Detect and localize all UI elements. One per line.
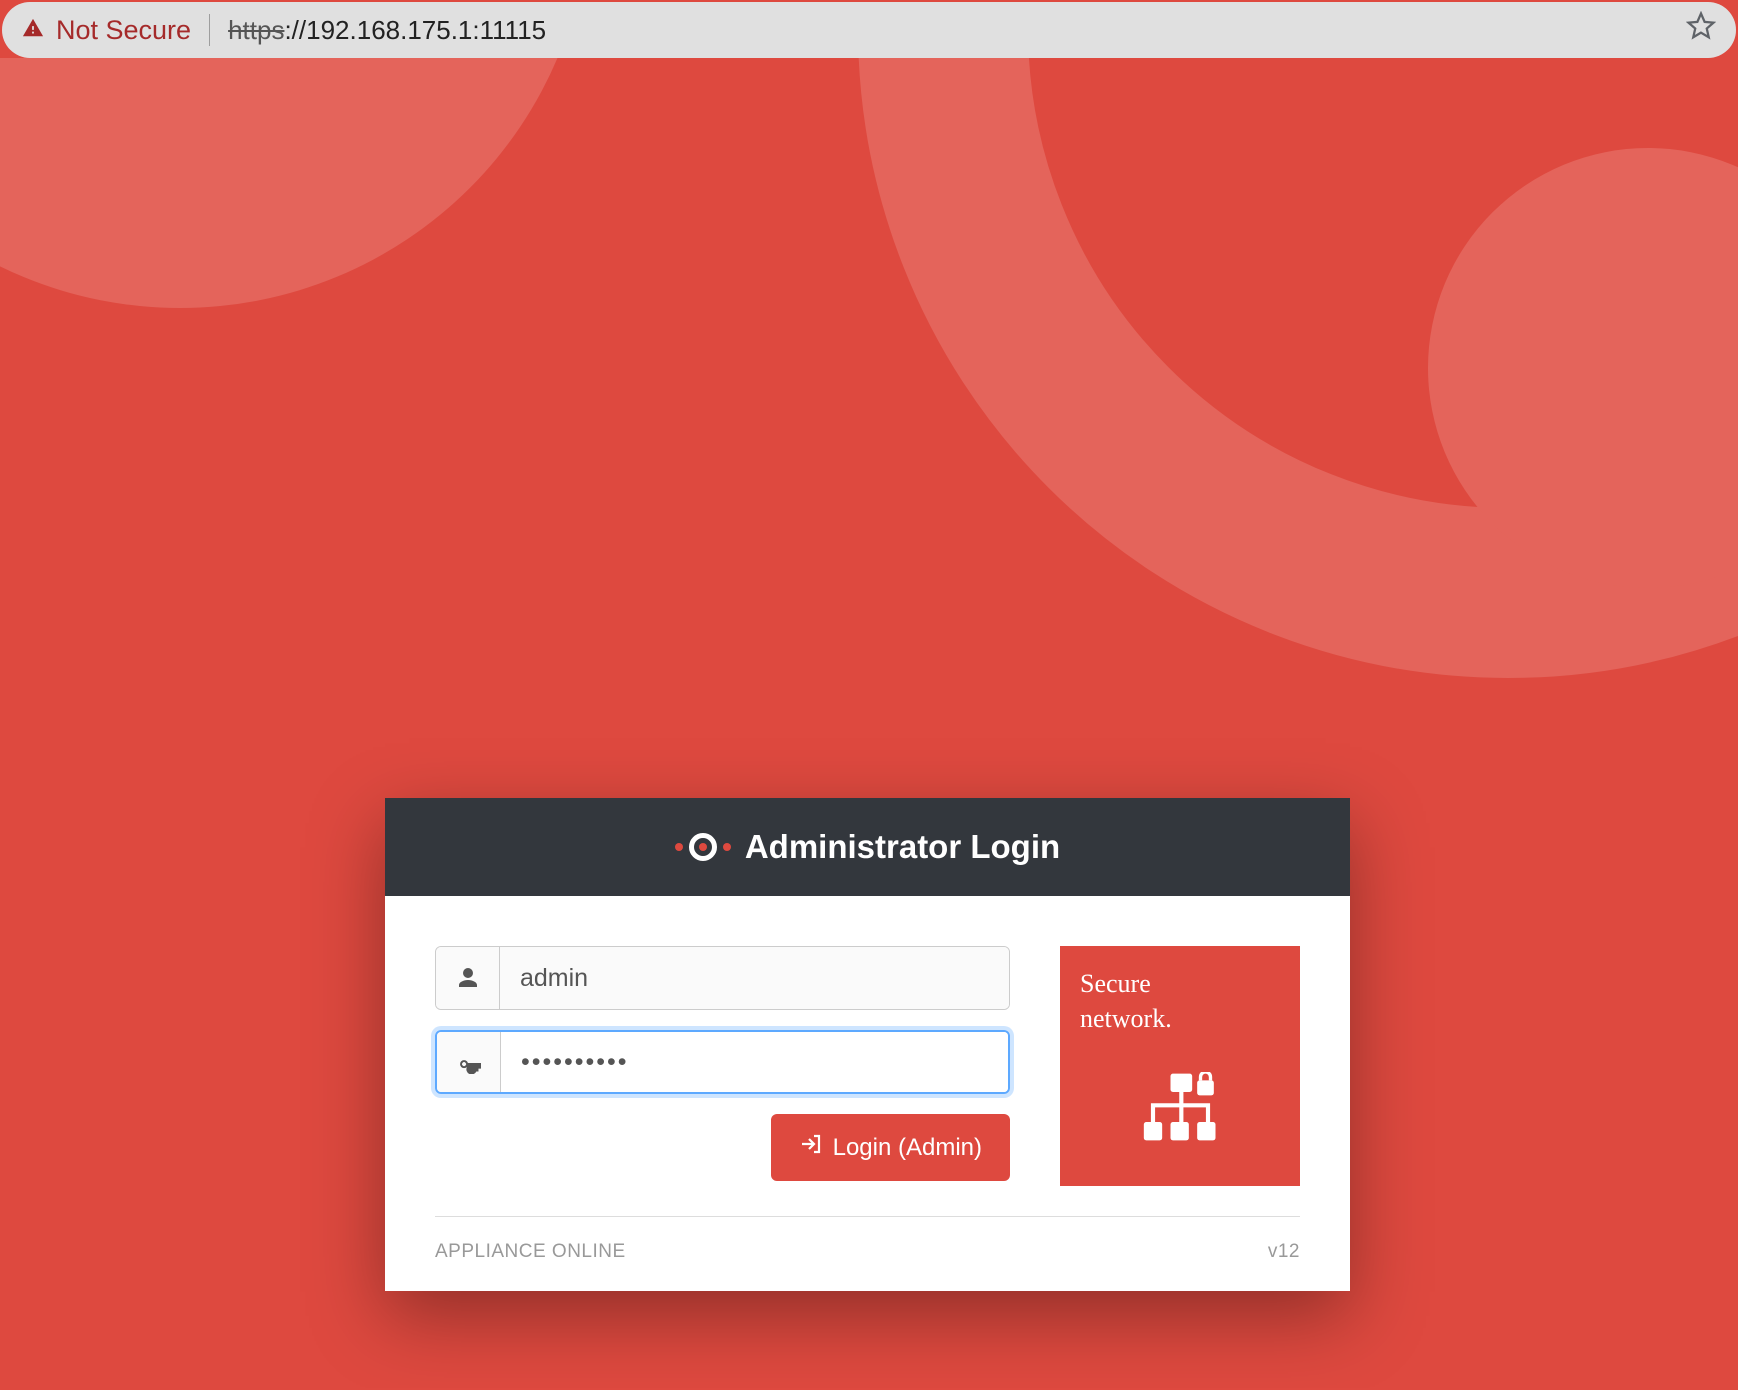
password-input[interactable] <box>501 1032 1008 1092</box>
login-button-label: Login (Admin) <box>833 1134 982 1162</box>
card-header: Administrator Login <box>385 798 1350 896</box>
brand-logo-icon <box>675 833 731 861</box>
login-card: Administrator Login <box>385 798 1350 1291</box>
password-row[interactable] <box>435 1030 1010 1094</box>
address-bar[interactable]: Not Secure https://192.168.175.1:11115 <box>2 2 1736 58</box>
appliance-status: APPLIANCE ONLINE <box>435 1241 626 1263</box>
card-footer: APPLIANCE ONLINE v12 <box>435 1216 1300 1291</box>
page-background: Administrator Login <box>0 58 1738 1388</box>
bookmark-star-icon[interactable] <box>1686 11 1716 49</box>
user-icon <box>436 947 500 1009</box>
login-arrow-icon <box>799 1132 823 1163</box>
promo-text: Secure network. <box>1080 966 1280 1036</box>
version-label: v12 <box>1268 1241 1300 1263</box>
network-lock-icon <box>1138 1072 1223 1156</box>
promo-panel: Secure network. <box>1060 946 1300 1186</box>
login-button[interactable]: Login (Admin) <box>771 1114 1010 1181</box>
vertical-divider <box>209 14 210 46</box>
security-status-label: Not Secure <box>56 15 191 46</box>
key-icon <box>437 1032 501 1092</box>
url-remainder: ://192.168.175.1:11115 <box>284 15 546 45</box>
warning-icon <box>22 15 44 46</box>
header-title: Administrator Login <box>745 828 1060 866</box>
card-body: Login (Admin) Secure network. <box>385 896 1350 1216</box>
login-form: Login (Admin) <box>435 946 1010 1186</box>
username-row[interactable] <box>435 946 1010 1010</box>
username-input[interactable] <box>500 947 1009 1009</box>
decorative-circle-icon <box>0 58 590 308</box>
url-scheme: https <box>228 15 284 45</box>
url-text[interactable]: https://192.168.175.1:11115 <box>228 15 546 46</box>
